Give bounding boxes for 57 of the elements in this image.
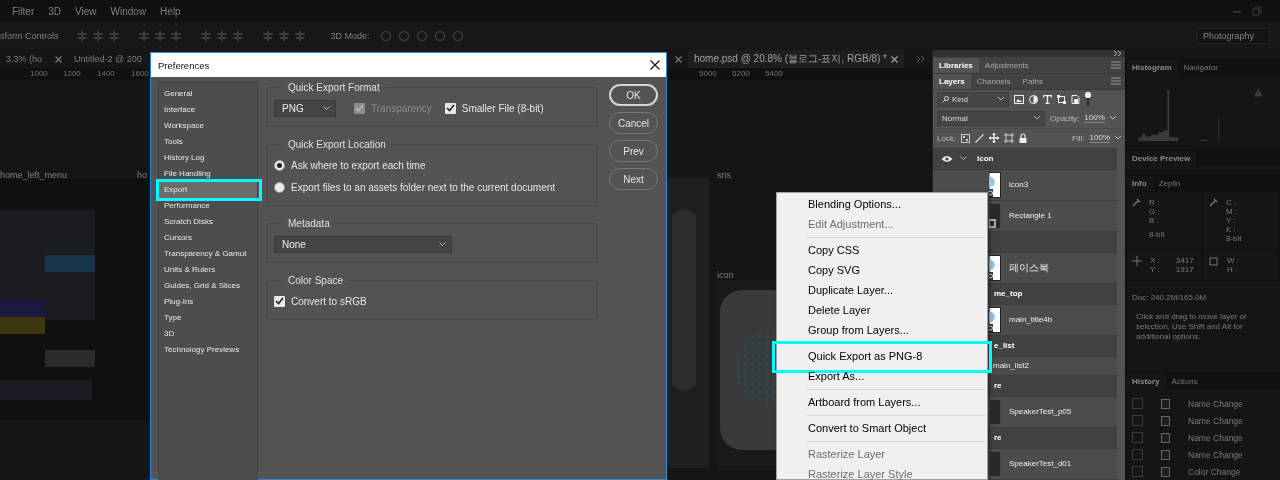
layer-name: main_title4b	[1009, 315, 1053, 325]
radio-label: Ask where to export each time	[291, 159, 426, 171]
channel-label: C :	[1226, 198, 1237, 207]
ruler-number: 1200	[63, 69, 81, 78]
tab-title: home.psd @ 20.8% (블로그-표지, RGB/8) *	[694, 52, 887, 66]
opacity-label: Opacity:	[1050, 114, 1080, 123]
group-title: Quick Export Location	[287, 139, 387, 150]
artboard-label: icon	[717, 270, 734, 280]
document-size: Doc: 240.2M/165.0M	[1131, 292, 1208, 304]
artboard-label: ho	[137, 170, 147, 180]
layer-name: SpeakerTest_p05	[1009, 407, 1072, 417]
layer-name: main_list2	[993, 361, 1029, 371]
channel-label: G :	[1149, 207, 1160, 216]
radio-label: Export files to an assets folder next to the current document	[291, 181, 556, 193]
dialog-title: Preferences	[158, 59, 210, 71]
tab-title: Untitled-2 @ 200	[74, 54, 142, 64]
bit-depth: 8-bit	[1226, 234, 1242, 243]
channel-label: R :	[1149, 198, 1160, 207]
checkbox-label: Smaller File (8-bit)	[461, 102, 544, 114]
bit-depth: 8-bit	[1149, 230, 1165, 239]
size-label: W :	[1227, 256, 1239, 265]
layer-name: icon3	[1009, 180, 1029, 190]
ruler-number: 5200	[732, 69, 750, 78]
group-title: Color Space	[287, 275, 345, 286]
layer-name: Rectangle 1	[1009, 211, 1052, 221]
coordinate-value: 3417	[1175, 256, 1194, 265]
channel-label: B :	[1149, 216, 1159, 225]
ruler-number: 1400	[97, 69, 115, 78]
artboard-label: sns	[717, 170, 731, 180]
channel-label: M :	[1226, 207, 1238, 216]
group-name: re	[994, 433, 1002, 443]
group-name: icon	[977, 154, 994, 164]
ruler-number: 5400	[765, 69, 783, 78]
option-label: sform Controls	[0, 31, 59, 41]
group-title: Metadata	[287, 218, 331, 229]
checkbox-label: Convert to sRGB	[291, 295, 367, 307]
artboard-label: home_left_menu	[0, 170, 68, 180]
layer-name: SpeakerTest_d01	[1009, 459, 1072, 469]
channel-label: Y :	[1226, 216, 1236, 225]
tab-title: 3.3% (ho	[6, 54, 43, 64]
layer-name: 페이스북	[1009, 261, 1049, 275]
size-label: H :	[1227, 265, 1238, 274]
ruler-number: 5000	[699, 69, 717, 78]
status-hint: Click and drag to move layer or selection. Use Shift and Alt for additional options.	[1136, 312, 1248, 342]
group-name: me_top	[994, 289, 1023, 299]
group-name: e_list	[994, 341, 1015, 351]
fill-label: Fill:	[1072, 134, 1085, 143]
lock-label: Lock:	[937, 134, 957, 143]
coordinate-value: 1917	[1175, 265, 1194, 274]
coordinate-label: Y :	[1150, 265, 1160, 274]
channel-label: K :	[1226, 225, 1236, 234]
mode-label: 3D Mode:	[330, 31, 370, 41]
ruler-number: 1600	[131, 69, 149, 78]
group-name: re	[994, 381, 1002, 391]
group-title: Quick Export Format	[287, 82, 381, 93]
coordinate-label: X :	[1150, 256, 1160, 265]
ruler-number: 1000	[30, 69, 48, 78]
